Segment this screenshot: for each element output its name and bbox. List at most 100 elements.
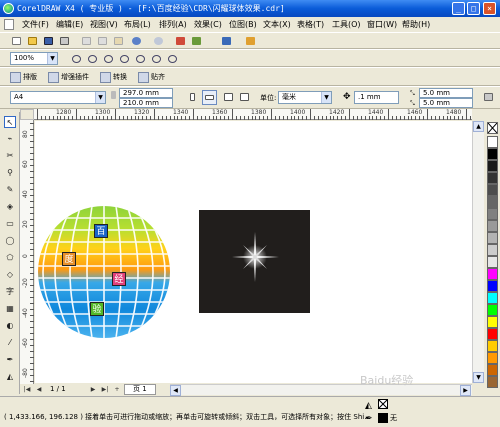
last-page-button[interactable]: ▶| [100, 385, 110, 394]
menu-tools[interactable]: 工具(O) [332, 19, 361, 30]
scroll-left-button[interactable]: ◀ [170, 385, 181, 396]
scroll-right-button[interactable]: ▶ [460, 385, 471, 396]
zoom-all-icon[interactable] [118, 53, 131, 65]
unit-select[interactable]: 毫米 ▼ [278, 91, 332, 104]
portrait-icon[interactable] [186, 91, 199, 103]
horizontal-ruler[interactable]: 1280 1300 1320 1340 1360 1380 1400 1420 … [34, 109, 472, 120]
menu-bitmaps[interactable]: 位图(B) [229, 19, 257, 30]
menu-table[interactable]: 表格(T) [297, 19, 324, 30]
basic-shapes-tool-icon[interactable]: ◇ [4, 269, 16, 281]
prev-page-button[interactable]: ◀ [34, 385, 44, 394]
vertical-scrollbar[interactable]: ▲ ▼ [472, 121, 484, 383]
palette-swatch[interactable] [487, 280, 498, 292]
options-icon[interactable] [482, 91, 495, 103]
all-pages-icon[interactable] [222, 91, 235, 103]
menu-effects[interactable]: 效果(C) [194, 19, 222, 30]
maximize-button[interactable]: □ [467, 2, 480, 15]
palette-swatch[interactable] [487, 256, 498, 268]
zoom-out-icon[interactable] [86, 53, 99, 65]
nudge-distance-field[interactable]: .1 mm [354, 91, 399, 104]
menu-file[interactable]: 文件(F) [22, 19, 49, 30]
zoom-height-icon[interactable] [166, 53, 179, 65]
palette-swatch[interactable] [487, 328, 498, 340]
palette-swatch[interactable] [487, 208, 498, 220]
print-icon[interactable] [58, 35, 71, 47]
welcome-icon[interactable] [244, 35, 257, 47]
zoom-in-icon[interactable] [70, 53, 83, 65]
palette-swatch[interactable] [487, 160, 498, 172]
page-height-field[interactable]: 210.0 mm [119, 98, 173, 108]
palette-swatch[interactable] [487, 184, 498, 196]
zoom-width-icon[interactable] [150, 53, 163, 65]
typeset-button[interactable]: 排版 [10, 71, 37, 84]
palette-swatch[interactable] [487, 244, 498, 256]
undo-icon[interactable] [130, 35, 143, 47]
palette-swatch[interactable] [487, 304, 498, 316]
ruler-origin[interactable] [20, 109, 34, 120]
palette-swatch[interactable] [487, 340, 498, 352]
zoom-tool-icon[interactable]: ⚲ [4, 167, 16, 179]
palette-swatch[interactable] [487, 364, 498, 376]
crop-tool-icon[interactable]: ✂ [4, 150, 16, 162]
eyedropper-tool-icon[interactable]: ⁄ [4, 337, 16, 349]
save-icon[interactable] [42, 35, 55, 47]
page-width-field[interactable]: 297.0 mm [119, 88, 173, 98]
menu-help[interactable]: 帮助(H) [402, 19, 430, 30]
menu-arrange[interactable]: 排列(A) [159, 19, 187, 30]
fill-tool-icon[interactable]: ◭ [4, 371, 16, 383]
menu-view[interactable]: 视图(V) [90, 19, 118, 30]
scroll-up-button[interactable]: ▲ [473, 121, 484, 132]
document-icon[interactable] [4, 19, 14, 30]
copy-icon[interactable] [96, 35, 109, 47]
snap-button[interactable]: 贴齐 [138, 71, 165, 84]
vertical-ruler[interactable]: 80 60 40 20 0 -20 -40 -60 -80 [20, 120, 34, 384]
smart-fill-tool-icon[interactable]: ◈ [4, 201, 16, 213]
page-tab[interactable]: 页 1 [124, 384, 156, 395]
next-page-button[interactable]: ▶ [88, 385, 98, 394]
import-icon[interactable] [174, 35, 187, 47]
menu-edit[interactable]: 编辑(E) [56, 19, 83, 30]
outline-tool-icon[interactable]: ✒ [4, 354, 16, 366]
ellipse-tool-icon[interactable]: ◯ [4, 235, 16, 247]
palette-swatch[interactable] [487, 172, 498, 184]
palette-swatch[interactable] [487, 292, 498, 304]
menu-text[interactable]: 文本(X) [263, 19, 291, 30]
table-tool-icon[interactable]: ▦ [4, 303, 16, 315]
text-tool-icon[interactable]: 字 [4, 286, 16, 298]
zoom-selected-icon[interactable] [102, 53, 115, 65]
palette-swatch[interactable] [487, 136, 498, 148]
convert-button[interactable]: 转换 [100, 71, 127, 84]
menu-layout[interactable]: 布局(L) [124, 19, 151, 30]
polygon-tool-icon[interactable]: ⬠ [4, 252, 16, 264]
horizontal-scrollbar[interactable]: ◀ ▶ [170, 384, 472, 396]
palette-swatch[interactable] [487, 148, 498, 160]
interactive-blend-tool-icon[interactable]: ◐ [4, 320, 16, 332]
zoom-page-icon[interactable] [134, 53, 147, 65]
palette-swatch[interactable] [487, 352, 498, 364]
current-page-icon[interactable] [238, 91, 251, 103]
enhance-plugin-button[interactable]: 增强插件 [48, 71, 89, 84]
minimize-button[interactable]: _ [452, 2, 465, 15]
menu-window[interactable]: 窗口(W) [367, 19, 397, 30]
open-icon[interactable] [26, 35, 39, 47]
first-page-button[interactable]: |◀ [22, 385, 32, 394]
zoom-level-select[interactable]: 100% ▼ [10, 52, 58, 65]
scroll-down-button[interactable]: ▼ [473, 372, 484, 383]
freehand-tool-icon[interactable]: ✎ [4, 184, 16, 196]
duplicate-distance-x-field[interactable]: 5.0 mm [419, 88, 473, 98]
close-button[interactable]: × [483, 2, 496, 15]
palette-swatch[interactable] [487, 220, 498, 232]
rectangle-tool-icon[interactable]: ▭ [4, 218, 16, 230]
striped-globe-artwork[interactable]: 百 度 经 验 [38, 206, 170, 338]
fill-none-swatch[interactable] [378, 399, 388, 409]
paste-icon[interactable] [112, 35, 125, 47]
redo-icon[interactable] [152, 35, 165, 47]
palette-swatch[interactable] [487, 196, 498, 208]
add-page-button[interactable]: + [112, 385, 122, 394]
outline-color-swatch[interactable] [378, 413, 388, 423]
palette-swatch[interactable] [487, 232, 498, 244]
landscape-icon[interactable] [202, 90, 217, 105]
app-launcher-icon[interactable] [220, 35, 233, 47]
duplicate-distance-y-field[interactable]: 5.0 mm [419, 98, 473, 108]
new-document-icon[interactable] [10, 35, 23, 47]
